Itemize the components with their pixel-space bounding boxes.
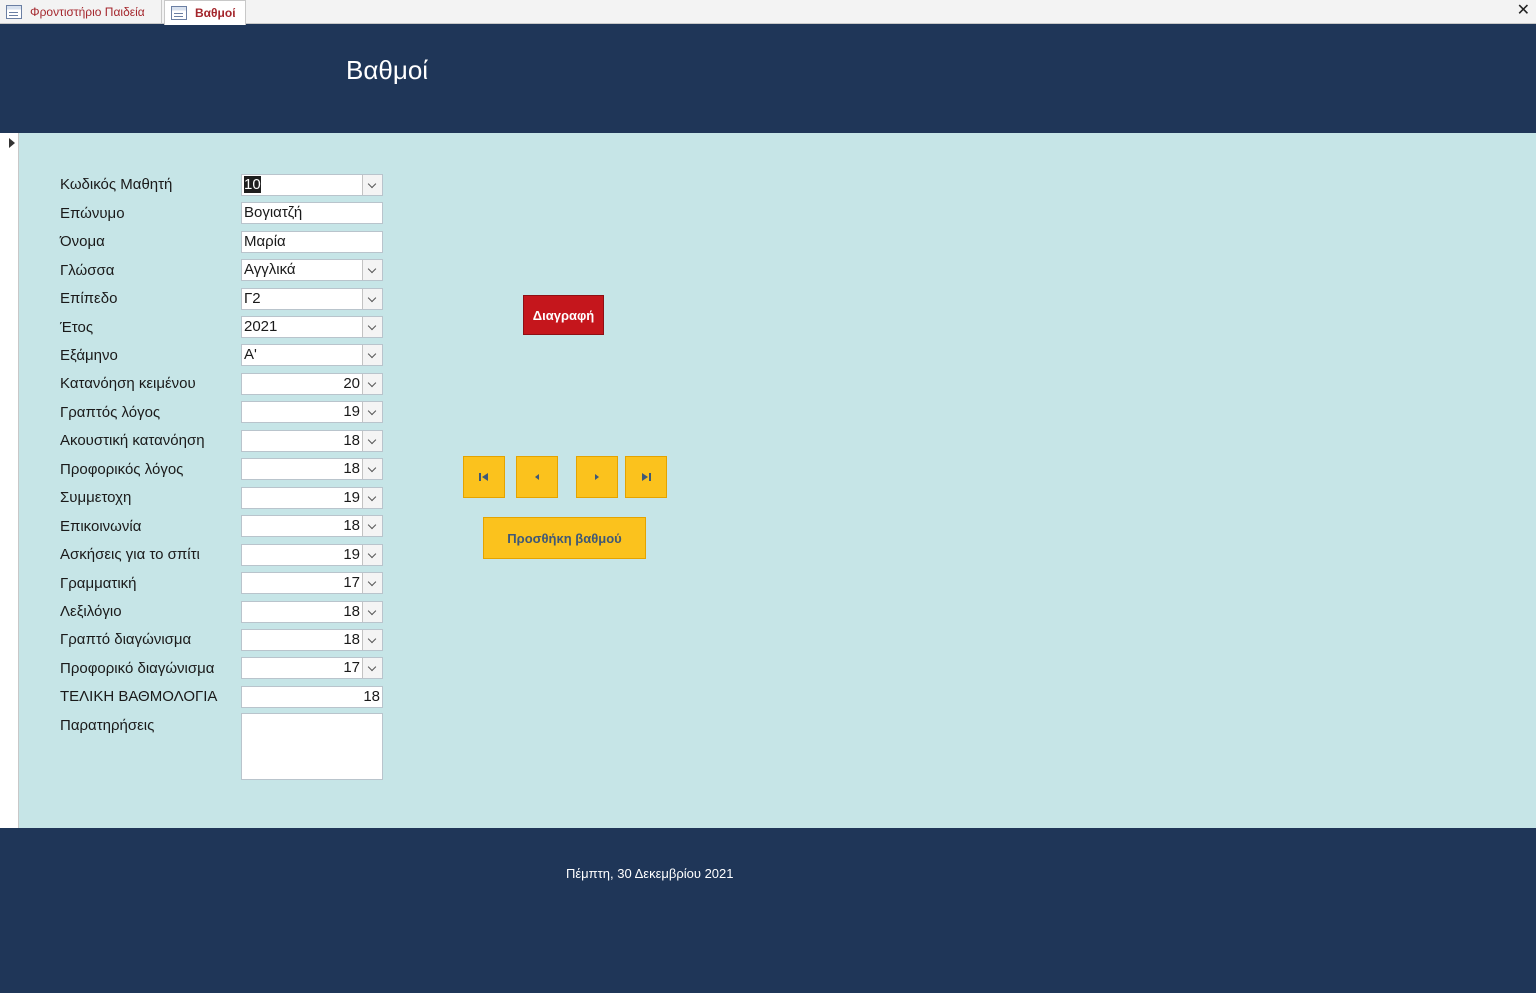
page-title: Βαθμοί — [346, 55, 429, 85]
label-reading-comprehension: Κατανόηση κειμένου — [60, 375, 196, 392]
label-grammar: Γραμματική — [60, 575, 137, 592]
current-record-icon — [9, 138, 15, 148]
chevron-down-icon[interactable] — [362, 289, 382, 309]
language-combo[interactable]: Αγγλικά — [241, 259, 383, 281]
tab-label: Βαθμοί — [195, 6, 236, 20]
label-speaking: Προφορικός λόγος — [60, 461, 184, 478]
delete-button[interactable]: Διαγραφή — [523, 295, 604, 335]
label-surname: Επώνυμο — [60, 205, 125, 222]
label-final-grade: ΤΕΛΙΚΗ ΒΑΘΜΟΛΟΓΙΑ — [60, 688, 218, 705]
chevron-down-icon[interactable] — [362, 488, 382, 508]
label-semester: Εξάμηνο — [60, 347, 118, 364]
semester-combo[interactable]: Α' — [241, 344, 383, 366]
homework-value: 19 — [343, 546, 360, 563]
last-record-button[interactable] — [625, 456, 667, 498]
chevron-down-icon[interactable] — [362, 402, 382, 422]
label-year: Έτος — [60, 319, 94, 336]
oral-test-value: 17 — [343, 659, 360, 676]
semester-value: Α' — [244, 346, 257, 363]
chevron-down-icon[interactable] — [362, 459, 382, 479]
writing-value: 19 — [343, 403, 360, 420]
written-test-value: 18 — [343, 631, 360, 648]
add-grade-button[interactable]: Προσθήκη βαθμού — [483, 517, 646, 559]
speaking-combo[interactable]: 18 — [241, 458, 383, 480]
label-listening: Ακουστική κατανόηση — [60, 432, 205, 449]
communication-combo[interactable]: 18 — [241, 515, 383, 537]
year-combo[interactable]: 2021 — [241, 316, 383, 338]
label-communication: Επικοινωνία — [60, 518, 142, 535]
label-homework: Ασκήσεις για το σπίτι — [60, 546, 200, 563]
written-test-combo[interactable]: 18 — [241, 629, 383, 651]
label-first-name: Όνομα — [60, 233, 105, 250]
level-combo[interactable]: Γ2 — [241, 288, 383, 310]
first-record-icon — [479, 473, 488, 481]
speaking-value: 18 — [343, 460, 360, 477]
chevron-down-icon[interactable] — [362, 317, 382, 337]
chevron-down-icon[interactable] — [362, 175, 382, 195]
surname-field[interactable]: Βογιατζή — [241, 202, 383, 224]
document-tab-bar: Φροντιστήριο Παιδεία Βαθμοί ✕ — [0, 0, 1536, 25]
oral-test-combo[interactable]: 17 — [241, 657, 383, 679]
writing-combo[interactable]: 19 — [241, 401, 383, 423]
label-remarks: Παρατηρήσεις — [60, 717, 155, 734]
form-icon — [6, 5, 22, 19]
first-record-button[interactable] — [463, 456, 505, 498]
label-language: Γλώσσα — [60, 262, 115, 279]
reading-comprehension-value: 20 — [343, 375, 360, 392]
remarks-textarea[interactable] — [241, 713, 383, 780]
form-icon — [171, 6, 187, 20]
grammar-combo[interactable]: 17 — [241, 572, 383, 594]
form-header: Βαθμοί — [0, 25, 1536, 133]
homework-combo[interactable]: 19 — [241, 544, 383, 566]
level-value: Γ2 — [244, 290, 261, 307]
tab-label: Φροντιστήριο Παιδεία — [30, 5, 145, 19]
first-name-field[interactable]: Μαρία — [241, 231, 383, 253]
chevron-down-icon[interactable] — [362, 516, 382, 536]
student-code-combo[interactable]: 10 — [241, 174, 383, 196]
listening-combo[interactable]: 18 — [241, 430, 383, 452]
language-value: Αγγλικά — [244, 261, 296, 278]
label-level: Επίπεδο — [60, 290, 118, 307]
final-grade-field[interactable]: 18 — [241, 686, 383, 708]
tab-frontistirio-paideia[interactable]: Φροντιστήριο Παιδεία — [0, 0, 162, 24]
next-record-icon — [595, 474, 599, 480]
label-oral-test: Προφορικό διαγώνισμα — [60, 660, 215, 677]
form-footer: Πέμπτη, 30 Δεκεμβρίου 2021 — [0, 828, 1536, 993]
record-selector[interactable] — [0, 133, 19, 828]
participation-value: 19 — [343, 489, 360, 506]
label-writing: Γραπτός λόγος — [60, 404, 161, 421]
chevron-down-icon[interactable] — [362, 545, 382, 565]
reading-comprehension-combo[interactable]: 20 — [241, 373, 383, 395]
chevron-down-icon[interactable] — [362, 602, 382, 622]
chevron-down-icon[interactable] — [362, 374, 382, 394]
label-participation: Συμμετοχη — [60, 489, 132, 506]
year-value: 2021 — [244, 318, 278, 335]
grammar-value: 17 — [343, 574, 360, 591]
communication-value: 18 — [343, 517, 360, 534]
student-code-value: 10 — [244, 176, 261, 193]
close-icon[interactable]: ✕ — [1517, 2, 1530, 20]
chevron-down-icon[interactable] — [362, 345, 382, 365]
chevron-down-icon[interactable] — [362, 630, 382, 650]
label-student-code: Κωδικός Μαθητή — [60, 176, 173, 193]
chevron-down-icon[interactable] — [362, 260, 382, 280]
chevron-down-icon[interactable] — [362, 573, 382, 593]
tab-vathmoi[interactable]: Βαθμοί — [164, 0, 246, 25]
label-vocabulary: Λεξιλόγιο — [60, 603, 122, 620]
chevron-down-icon[interactable] — [362, 431, 382, 451]
current-date: Πέμπτη, 30 Δεκεμβρίου 2021 — [566, 866, 734, 881]
participation-combo[interactable]: 19 — [241, 487, 383, 509]
previous-record-button[interactable] — [516, 456, 558, 498]
previous-record-icon — [535, 474, 539, 480]
next-record-button[interactable] — [576, 456, 618, 498]
listening-value: 18 — [343, 432, 360, 449]
label-written-test: Γραπτό διαγώνισμα — [60, 631, 192, 648]
vocabulary-value: 18 — [343, 603, 360, 620]
chevron-down-icon[interactable] — [362, 658, 382, 678]
last-record-icon — [642, 473, 651, 481]
vocabulary-combo[interactable]: 18 — [241, 601, 383, 623]
